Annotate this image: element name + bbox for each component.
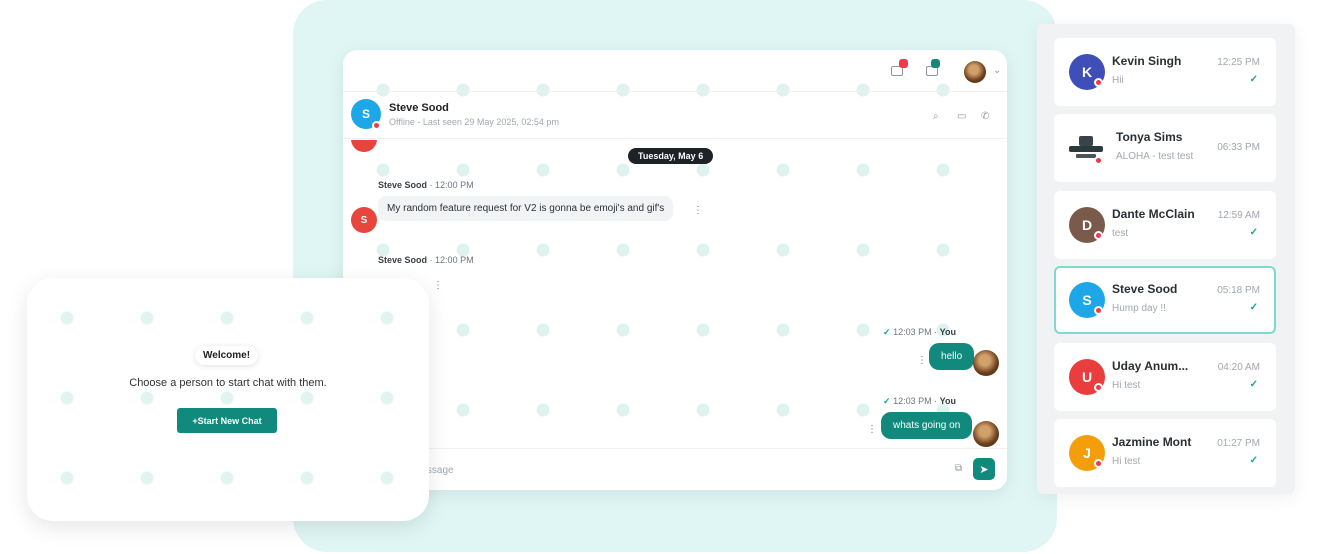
message-list[interactable]: Tuesday, May 6 Steve Sood · 12:00 PM S M… [343, 140, 1007, 448]
contact-card-active[interactable]: S Steve Sood Hump day !! 05:18 PM ✓ [1054, 266, 1276, 334]
incoming-message-bubble: My random feature request for V2 is gonn… [378, 196, 674, 221]
message-meta: Steve Sood · 12:00 PM [378, 180, 474, 190]
contact-last-message: Hump day !! [1112, 303, 1166, 314]
message-time: 12:00 PM [435, 180, 474, 190]
welcome-text: Choose a person to start chat with them. [129, 377, 327, 389]
contact-status-dot [1094, 231, 1103, 240]
contact-last-message: Hii [1112, 75, 1124, 86]
stage: ⌄ S Steve Sood Offline - Last seen 29 Ma… [0, 0, 1323, 554]
read-check-icon: ✓ [883, 396, 891, 406]
send-button[interactable]: ➤ [973, 458, 995, 480]
video-call-icon[interactable]: ▭ [957, 111, 966, 122]
contact-status-dot [1094, 459, 1103, 468]
contact-name: Dante McClain [1112, 207, 1195, 221]
message-time: 12:03 PM [893, 396, 932, 406]
contact-name: Kevin Singh [1112, 54, 1182, 68]
read-check-icon: ✓ [1249, 302, 1258, 313]
message-sender: You [939, 327, 956, 337]
outgoing-message-bubble: whats going on [881, 412, 973, 439]
contact-last-message: Hi test [1112, 456, 1141, 467]
notifications-badge [931, 59, 940, 68]
contact-name: Jazmine Mont [1112, 435, 1192, 449]
sender-avatar: S [351, 207, 377, 233]
my-message-avatar [973, 350, 999, 376]
read-check-icon: ✓ [1249, 74, 1258, 85]
welcome-card: Welcome! Choose a person to start chat w… [27, 278, 429, 521]
contact-card[interactable]: Tonya Sims ALOHA - test test 06:33 PM [1054, 114, 1276, 182]
my-message-avatar [973, 421, 999, 447]
contact-name: Tonya Sims [1116, 130, 1183, 144]
messages-badge [899, 59, 908, 68]
contact-status-dot [1094, 78, 1103, 87]
welcome-background-pattern [27, 278, 429, 521]
meta-separator: · [429, 180, 433, 190]
contact-card[interactable]: D Dante McClain test 12:59 AM ✓ [1054, 191, 1276, 259]
message-sender: Steve Sood [378, 255, 428, 265]
message-time: 12:00 PM [435, 255, 474, 265]
search-icon[interactable]: ⌕ [933, 111, 939, 122]
contact-status-dot [1094, 383, 1103, 392]
meta-separator: · [934, 396, 938, 406]
contact-last-message: Hi test [1112, 380, 1141, 391]
chevron-down-icon[interactable]: ⌄ [993, 65, 1001, 76]
contact-time: 06:33 PM [1217, 142, 1260, 153]
start-new-chat-button[interactable]: +Start New Chat [177, 408, 277, 433]
contact-name: Steve Sood [389, 102, 449, 114]
contacts-panel: K Kevin Singh Hii 12:25 PM ✓ Tonya Sims … [1037, 24, 1295, 494]
attach-icon[interactable]: ⧉ [955, 463, 962, 474]
message-meta: ✓ 12:03 PM · You [883, 327, 956, 338]
message-meta: ✓ 12:03 PM · You [883, 396, 956, 407]
contact-last-message: test [1112, 228, 1129, 239]
message-input[interactable] [413, 462, 913, 478]
message-meta: Steve Sood · 12:00 PM [378, 255, 474, 265]
outgoing-message-bubble: hello [929, 343, 975, 370]
contact-time: 05:18 PM [1217, 285, 1260, 296]
message-sender: You [939, 396, 956, 406]
read-check-icon: ✓ [1249, 227, 1258, 238]
contact-time: 12:25 PM [1217, 57, 1260, 68]
contact-status-dot [1094, 306, 1103, 315]
welcome-title: Welcome! [195, 346, 259, 365]
read-check-icon: ✓ [1249, 455, 1258, 466]
message-options-icon[interactable]: ⋮ [693, 205, 703, 216]
contact-status-dot [372, 121, 381, 130]
scrolled-avatar [351, 140, 377, 152]
date-separator: Tuesday, May 6 [628, 148, 714, 164]
meta-separator: · [429, 255, 433, 265]
contact-name: Uday Anum... [1112, 359, 1189, 373]
phone-icon[interactable]: ✆ [981, 111, 989, 122]
meta-separator: · [934, 327, 938, 337]
contact-last-seen: Offline - Last seen 29 May 2025, 02:54 p… [389, 117, 559, 127]
contact-time: 01:27 PM [1217, 438, 1260, 449]
read-check-icon: ✓ [883, 327, 891, 337]
contact-last-message: ALOHA - test test [1116, 151, 1194, 162]
message-options-icon[interactable]: ⋮ [867, 424, 877, 435]
message-options-icon[interactable]: ⋮ [917, 355, 927, 366]
contact-name: Steve Sood [1112, 282, 1178, 296]
contact-card[interactable]: U Uday Anum... Hi test 04:20 AM ✓ [1054, 343, 1276, 411]
message-time: 12:03 PM [893, 327, 932, 337]
chat-window: ⌄ S Steve Sood Offline - Last seen 29 Ma… [343, 50, 1007, 490]
contact-time: 04:20 AM [1217, 362, 1260, 373]
contact-time: 12:59 AM [1217, 210, 1260, 221]
send-icon: ➤ [979, 463, 989, 476]
my-avatar[interactable] [964, 61, 986, 83]
read-check-icon: ✓ [1249, 379, 1258, 390]
message-composer: ⧉ ➤ [343, 448, 1007, 490]
message-options-icon[interactable]: ⋮ [433, 280, 443, 291]
contact-card[interactable]: J Jazmine Mont Hi test 01:27 PM ✓ [1054, 419, 1276, 487]
conversation-header: S Steve Sood Offline - Last seen 29 May … [343, 93, 1007, 139]
message-sender: Steve Sood [378, 180, 428, 190]
contact-card[interactable]: K Kevin Singh Hii 12:25 PM ✓ [1054, 38, 1276, 106]
chat-topbar: ⌄ [343, 50, 1007, 92]
contact-status-dot [1094, 156, 1103, 165]
